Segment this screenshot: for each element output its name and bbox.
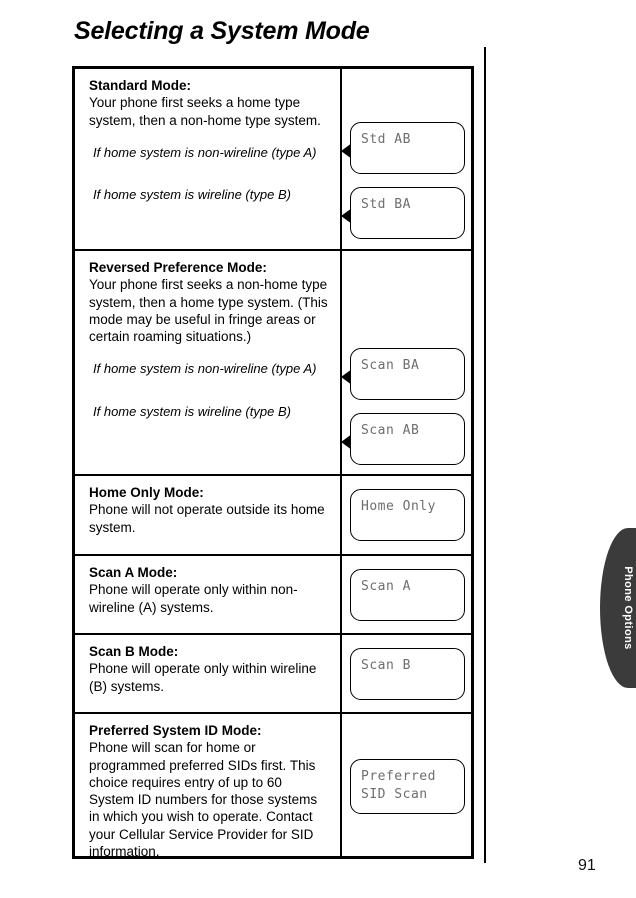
system-mode-table: Standard Mode: Your phone first seeks a … — [72, 66, 474, 859]
page-number: 91 — [578, 857, 596, 874]
mode-body: Phone will not operate outside its home … — [89, 502, 325, 535]
mode-display-cell: Scan B — [342, 635, 471, 712]
side-thumb-tab-label: Phone Options — [622, 566, 634, 650]
lcd-screen: Preferred SID Scan — [350, 759, 465, 814]
lcd-text: Preferred SID Scan — [361, 769, 436, 802]
mode-body: Phone will scan for home or programmed p… — [89, 740, 318, 859]
lcd-screen: Home Only — [350, 489, 465, 541]
mode-display-cell: Std AB Std BA — [342, 69, 471, 249]
mode-description-cell: Scan A Mode: Phone will operate only wit… — [75, 556, 342, 633]
lcd-screen: Scan B — [350, 648, 465, 700]
lcd-text: Scan B — [361, 658, 411, 673]
mode-display-cell: Scan A — [342, 556, 471, 633]
table-row: Scan A Mode: Phone will operate only wit… — [75, 556, 471, 635]
lcd-text: Home Only — [361, 499, 436, 514]
right-margin-rule — [484, 47, 486, 863]
mode-title: Preferred System ID Mode: — [89, 723, 262, 738]
mode-condition: If home system is wireline (type B) — [93, 187, 291, 203]
lcd-text: Scan BA — [361, 358, 420, 373]
table-row: Standard Mode: Your phone first seeks a … — [75, 69, 471, 251]
mode-body: Your phone first seeks a non-home type s… — [89, 277, 328, 345]
table-row: Home Only Mode: Phone will not operate o… — [75, 476, 471, 556]
page-title: Selecting a System Mode — [74, 17, 370, 45]
mode-title: Scan A Mode: — [89, 565, 178, 580]
mode-condition: If home system is wireline (type B) — [93, 403, 291, 419]
mode-description-cell: Scan B Mode: Phone will operate only wit… — [75, 635, 342, 712]
lcd-screen: Std AB — [350, 122, 465, 174]
mode-display-cell: Home Only — [342, 476, 471, 554]
mode-description-cell: Home Only Mode: Phone will not operate o… — [75, 476, 342, 554]
table-row: Preferred System ID Mode: Phone will sca… — [75, 714, 471, 859]
mode-body: Phone will operate only within non-wirel… — [89, 582, 298, 615]
mode-body: Phone will operate only within wireline … — [89, 661, 317, 694]
mode-body: Your phone first seeks a home type syste… — [89, 95, 321, 128]
mode-condition: If home system is non-wireline (type A) — [93, 361, 317, 377]
mode-title: Standard Mode: — [89, 78, 192, 93]
mode-display-cell: Preferred SID Scan — [342, 714, 471, 856]
mode-condition: If home system is non-wireline (type A) — [93, 144, 317, 160]
mode-description-cell: Reversed Preference Mode: Your phone fir… — [75, 251, 352, 474]
side-thumb-tab-phone-options[interactable]: Phone Options — [600, 528, 636, 688]
mode-title: Scan B Mode: — [89, 644, 179, 659]
lcd-text: Std BA — [361, 197, 411, 212]
lcd-screen: Std BA — [350, 187, 465, 239]
mode-title: Reversed Preference Mode: — [89, 260, 267, 275]
mode-description-cell: Standard Mode: Your phone first seeks a … — [75, 69, 352, 249]
lcd-screen: Scan BA — [350, 348, 465, 400]
lcd-text: Scan AB — [361, 423, 420, 438]
lcd-text: Std AB — [361, 132, 411, 147]
mode-description-cell: Preferred System ID Mode: Phone will sca… — [75, 714, 342, 859]
table-row: Reversed Preference Mode: Your phone fir… — [75, 251, 471, 476]
mode-title: Home Only Mode: — [89, 485, 204, 500]
mode-display-cell: Scan BA Scan AB — [342, 251, 471, 474]
table-row: Scan B Mode: Phone will operate only wit… — [75, 635, 471, 714]
lcd-screen: Scan AB — [350, 413, 465, 465]
lcd-text: Scan A — [361, 579, 411, 594]
lcd-screen: Scan A — [350, 569, 465, 621]
